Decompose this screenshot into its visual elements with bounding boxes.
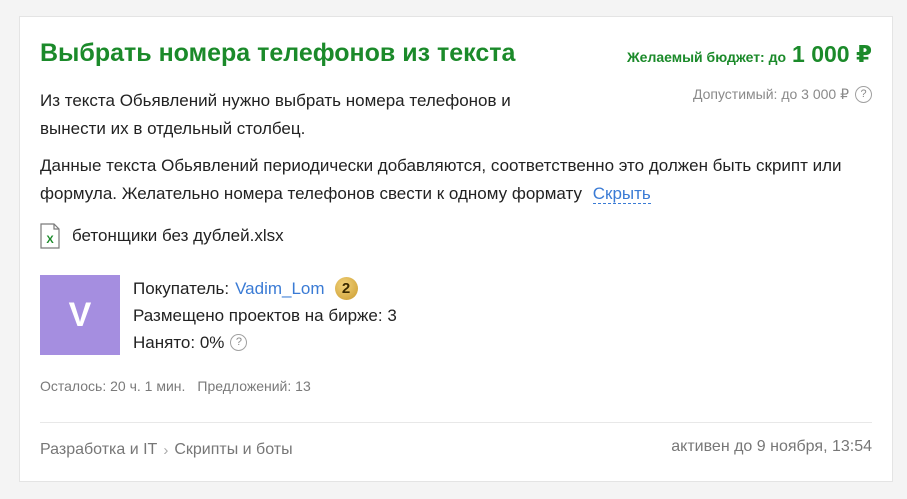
buyer-projects: Размещено проектов на бирже: 3: [133, 302, 397, 329]
buyer-activity: активен до 9 ноября, 13:54: [671, 438, 872, 455]
project-description-extra-text: Данные текста Обьявлений периодически до…: [40, 156, 842, 203]
attachment[interactable]: X бетонщики без дублей.xlsx: [40, 223, 284, 249]
buyer-row: Покупатель: Vadim_Lom 2: [133, 275, 397, 302]
divider: [40, 422, 872, 423]
project-description-extra: Данные текста Обьявлений периодически до…: [40, 152, 885, 208]
breadcrumb-category-link[interactable]: Разработка и IT: [40, 441, 157, 459]
hired-help-icon[interactable]: ?: [230, 334, 248, 351]
project-description: Из текста Обьявлений нужно выбрать номер…: [40, 91, 511, 138]
avatar-letter: V: [68, 295, 92, 334]
budget-value: 1 000 ₽: [792, 41, 872, 67]
buyer-projects-text: Размещено проектов на бирже: 3: [133, 306, 397, 325]
time-left: Осталось: 20 ч. 1 мин.: [40, 378, 186, 394]
project-card: Выбрать номера телефонов из текста Желае…: [19, 16, 893, 482]
offers-count: Предложений: 13: [197, 378, 311, 394]
project-meta: Осталось: 20 ч. 1 мин. Предложений: 13: [40, 378, 311, 394]
excel-file-icon: X: [40, 223, 60, 249]
allowed-budget: Допустимый: до 3 000 ₽ ?: [693, 86, 872, 103]
project-title[interactable]: Выбрать номера телефонов из текста: [40, 39, 515, 68]
buyer-avatar[interactable]: V: [40, 275, 120, 355]
breadcrumb-separator-icon: ›: [163, 441, 169, 459]
buyer-name-link[interactable]: Vadim_Lom: [235, 275, 324, 302]
hide-description-link[interactable]: Скрыть: [592, 184, 651, 204]
budget-label: Желаемый бюджет: до: [627, 49, 787, 65]
buyer-info: Покупатель: Vadim_Lom 2 Размещено проект…: [133, 275, 397, 356]
budget: Желаемый бюджет: до 1 000 ₽: [627, 41, 872, 68]
svg-text:X: X: [46, 234, 54, 246]
allowed-budget-label: Допустимый: до 3 000 ₽: [692, 86, 849, 102]
breadcrumb: Разработка и IT › Скрипты и боты: [40, 441, 293, 459]
buyer-hired: Нанято: 0% ?: [133, 329, 397, 356]
breadcrumb-subcategory-link[interactable]: Скрипты и боты: [174, 441, 292, 459]
attachment-name: бетонщики без дублей.xlsx: [72, 226, 284, 245]
help-icon[interactable]: ?: [855, 86, 872, 103]
buyer-level-badge: 2: [334, 277, 358, 300]
buyer-hired-text: Нанято: 0%: [133, 333, 225, 352]
buyer-label: Покупатель:: [133, 279, 230, 298]
